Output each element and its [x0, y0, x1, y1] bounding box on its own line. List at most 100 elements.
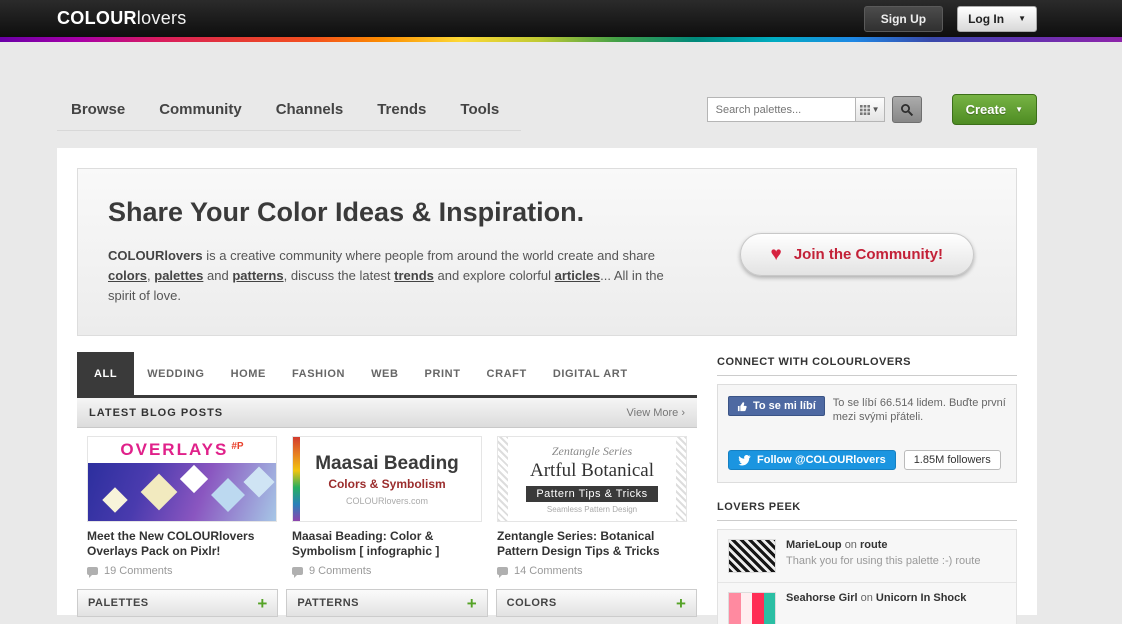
logo-light-part: lovers — [137, 8, 187, 28]
palette-thumbnail[interactable] — [728, 592, 776, 624]
zentangle-image-banner: Pattern Tips & Tricks — [526, 486, 657, 502]
blog-post-image-maasai[interactable]: Maasai Beading Colors & Symbolism COLOUR… — [292, 436, 482, 522]
add-palette-button[interactable]: + — [257, 595, 267, 612]
lovers-peek-list: MarieLoup on route Thank you for using t… — [717, 529, 1017, 624]
add-pattern-button[interactable]: + — [467, 595, 477, 612]
peek-username[interactable]: Seahorse Girl — [786, 592, 858, 604]
zentangle-image-caption: Seamless Pattern Design — [547, 505, 637, 514]
category-tabs: ALL WEDDING HOME FASHION WEB PRINT CRAFT… — [77, 352, 697, 398]
login-label: Log In — [968, 12, 1004, 26]
peek-comment: Thank you for using this palette :-) rou… — [786, 555, 980, 568]
pattern-thumbnail[interactable] — [728, 539, 776, 573]
blog-header-title: LATEST BLOG POSTS — [89, 407, 223, 419]
top-actions: Sign Up Log In ▼ — [864, 6, 1037, 32]
nav-item-trends[interactable]: Trends — [377, 101, 426, 118]
tab-wedding[interactable]: WEDDING — [134, 352, 217, 395]
blog-post-cards: OVERLAYS #P Meet the New COLO — [77, 428, 697, 581]
patterns-link[interactable]: patterns — [232, 268, 283, 283]
diamond-shape — [243, 466, 274, 497]
blog-post-image-zentangle[interactable]: Zentangle Series Artful Botanical Patter… — [497, 436, 687, 522]
blog-post-title[interactable]: Meet the New COLOURlovers Overlays Pack … — [87, 529, 277, 559]
nav-item-browse[interactable]: Browse — [71, 101, 125, 118]
palettes-section-header: PALETTES + — [77, 589, 278, 617]
blog-post-meta: 9 Comments — [292, 565, 482, 577]
comment-count[interactable]: 19 Comments — [104, 565, 172, 577]
tab-web[interactable]: WEB — [358, 352, 411, 395]
twitter-widget: Follow @COLOURlovers 1.85M followers — [728, 450, 1006, 470]
view-more-link[interactable]: View More › — [627, 407, 685, 419]
search-input[interactable] — [707, 97, 855, 122]
top-bar-inner: COLOURlovers Sign Up Log In ▼ — [57, 0, 1037, 37]
search-icon — [900, 103, 914, 117]
join-label: Join the Community! — [794, 246, 943, 263]
overlays-image-tag: #P — [231, 441, 243, 452]
blog-post-image-overlays[interactable]: OVERLAYS #P — [87, 436, 277, 522]
nav-item-tools[interactable]: Tools — [460, 101, 499, 118]
palette-color — [752, 593, 764, 624]
diamond-shape — [180, 465, 208, 493]
colors-label: COLORS — [507, 597, 557, 609]
thumbs-up-icon — [737, 401, 748, 412]
intro-text: , discuss the latest — [284, 268, 395, 283]
signup-button[interactable]: Sign Up — [864, 6, 943, 32]
twitter-follower-count[interactable]: 1.85M followers — [904, 450, 1001, 470]
tab-craft[interactable]: CRAFT — [474, 352, 540, 395]
zentangle-image-series: Zentangle Series — [552, 444, 632, 459]
palettes-link[interactable]: palettes — [154, 268, 203, 283]
join-community-button[interactable]: ♥ Join the Community! — [740, 233, 974, 276]
tab-all[interactable]: ALL — [77, 352, 134, 395]
blog-post-card[interactable]: Zentangle Series Artful Botanical Patter… — [497, 436, 687, 577]
comment-icon — [292, 567, 303, 575]
blog-post-card[interactable]: OVERLAYS #P Meet the New COLO — [87, 436, 277, 577]
facebook-widget: To se mi líbí To se líbí 66.514 lidem. B… — [728, 396, 1006, 424]
peek-username[interactable]: MarieLoup — [786, 539, 842, 551]
diamond-shape — [102, 487, 127, 512]
page-container: Browse Community Channels Trends Tools ▼… — [57, 42, 1037, 615]
comment-icon — [87, 567, 98, 575]
peek-target-link[interactable]: route — [860, 539, 888, 551]
tab-print[interactable]: PRINT — [412, 352, 474, 395]
search-type-dropdown[interactable]: ▼ — [855, 97, 885, 122]
main-columns: ALL WEDDING HOME FASHION WEB PRINT CRAFT… — [77, 352, 1017, 624]
tab-digital-art[interactable]: DIGITAL ART — [540, 352, 641, 395]
nav-item-community[interactable]: Community — [159, 101, 242, 118]
chevron-down-icon: ▼ — [1018, 15, 1026, 23]
blog-post-title[interactable]: Zentangle Series: Botanical Pattern Desi… — [497, 529, 687, 559]
peek-target-link[interactable]: Unicorn In Shock — [876, 592, 966, 604]
diamond-shape — [141, 474, 178, 511]
comment-count[interactable]: 14 Comments — [514, 565, 582, 577]
chevron-down-icon: ▼ — [872, 106, 880, 114]
maasai-image-title: Maasai Beading — [315, 453, 459, 475]
main-nav: Browse Community Channels Trends Tools — [57, 101, 521, 131]
tab-home[interactable]: HOME — [218, 352, 279, 395]
comment-count[interactable]: 9 Comments — [309, 565, 371, 577]
blog-posts-header: LATEST BLOG POSTS View More › — [77, 398, 697, 428]
peek-item-body: Seahorse Girl on Unicorn In Shock — [786, 592, 966, 624]
brand-name: COLOURlovers — [108, 248, 203, 263]
twitter-bird-icon — [738, 455, 751, 466]
maasai-image-credit: COLOURlovers.com — [346, 496, 428, 506]
trends-link[interactable]: trends — [394, 268, 434, 283]
diamond-shape — [211, 478, 245, 512]
tab-fashion[interactable]: FASHION — [279, 352, 358, 395]
blog-post-title[interactable]: Maasai Beading: Color & Symbolism [ info… — [292, 529, 482, 559]
peek-list-item: Seahorse Girl on Unicorn In Shock — [718, 583, 1016, 624]
colourlovers-logo[interactable]: COLOURlovers — [57, 8, 187, 29]
facebook-like-button[interactable]: To se mi líbí — [728, 396, 825, 416]
twitter-follow-label: Follow @COLOURlovers — [757, 454, 886, 466]
social-panel: To se mi líbí To se líbí 66.514 lidem. B… — [717, 384, 1017, 483]
search-button[interactable] — [892, 96, 922, 123]
colors-link[interactable]: colors — [108, 268, 147, 283]
blog-post-card[interactable]: Maasai Beading Colors & Symbolism COLOUR… — [292, 436, 482, 577]
create-button[interactable]: Create ▼ — [952, 94, 1037, 125]
overlays-image-title: OVERLAYS — [120, 440, 228, 460]
intro-text: and — [203, 268, 232, 283]
twitter-follow-button[interactable]: Follow @COLOURlovers — [728, 450, 896, 470]
patterns-section-header: PATTERNS + — [286, 589, 487, 617]
nav-item-channels[interactable]: Channels — [276, 101, 344, 118]
peek-list-item: MarieLoup on route Thank you for using t… — [718, 530, 1016, 583]
login-button[interactable]: Log In ▼ — [957, 6, 1037, 32]
palettes-label: PALETTES — [88, 597, 149, 609]
articles-link[interactable]: articles — [555, 268, 601, 283]
add-color-button[interactable]: + — [676, 595, 686, 612]
